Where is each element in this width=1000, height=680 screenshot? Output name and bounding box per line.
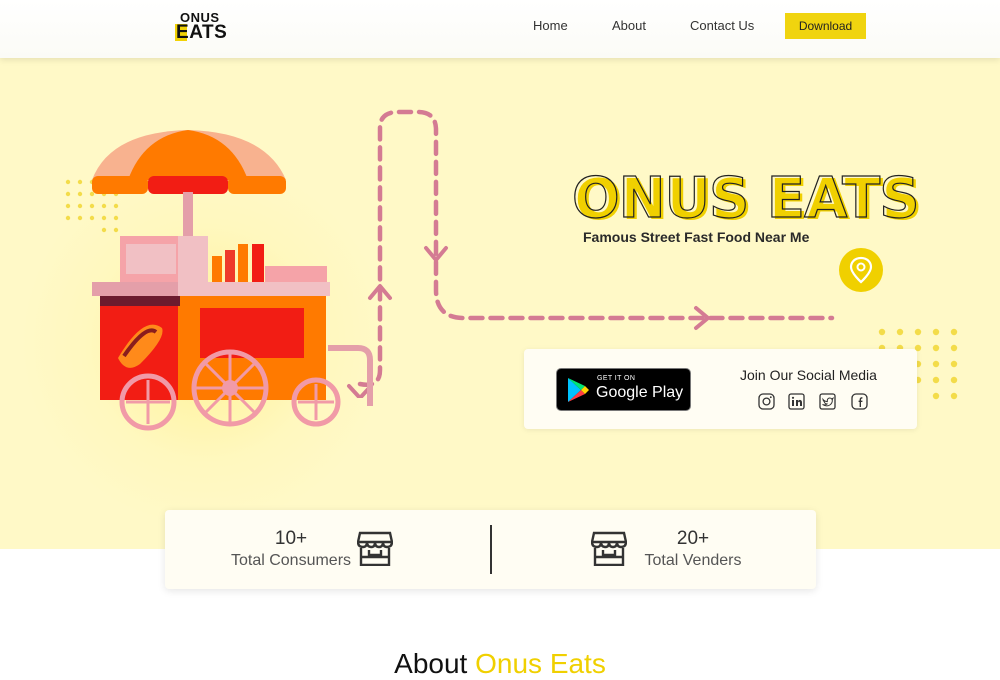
nav-about-link[interactable]: About [612, 18, 646, 33]
app-download-card: GET IT ON Google Play Join Our Social Me… [524, 349, 917, 429]
consumers-count: 10+ [274, 528, 308, 549]
nav-home-link[interactable]: Home [533, 18, 568, 33]
hero-section: ONUS EATS ONUS EATS Famous Street Fast F… [0, 58, 1000, 549]
facebook-icon[interactable] [851, 393, 868, 410]
google-play-small-text: GET IT ON [597, 375, 636, 382]
google-play-button[interactable]: GET IT ON Google Play [556, 368, 691, 411]
twitter-icon[interactable] [819, 393, 836, 410]
consumers-label: Total Consumers [230, 552, 352, 569]
venders-count: 20+ [676, 528, 710, 549]
about-heading-prefix: About [394, 648, 468, 679]
stats-divider [490, 525, 492, 574]
social-media-title: Join Our Social Media [740, 367, 877, 383]
venders-label: Total Venders [644, 552, 742, 569]
about-heading-accent: Onus Eats [475, 648, 606, 679]
linkedin-icon[interactable] [788, 393, 805, 410]
google-play-big-text: Google Play [596, 384, 684, 401]
about-heading: About Onus Eats [0, 648, 1000, 680]
stats-card: 10+ Total Consumers 20+ Total Venders [165, 510, 816, 589]
consumers-store-icon [357, 531, 393, 566]
venders-store-icon [591, 531, 627, 566]
hero-subtitle: Famous Street Fast Food Near Me [583, 229, 810, 245]
google-play-icon [568, 378, 589, 402]
nav-contact-link[interactable]: Contact Us [690, 18, 754, 33]
download-button[interactable]: Download [785, 13, 866, 39]
hero-title-outline: ONUS EATS [571, 165, 920, 231]
location-pin-badge [839, 248, 883, 292]
instagram-icon[interactable] [758, 393, 775, 410]
navbar: ONUS EATS Home About Contact Us Download [0, 0, 1000, 58]
location-pin-icon [849, 256, 873, 284]
food-cart-illustration [92, 130, 373, 431]
